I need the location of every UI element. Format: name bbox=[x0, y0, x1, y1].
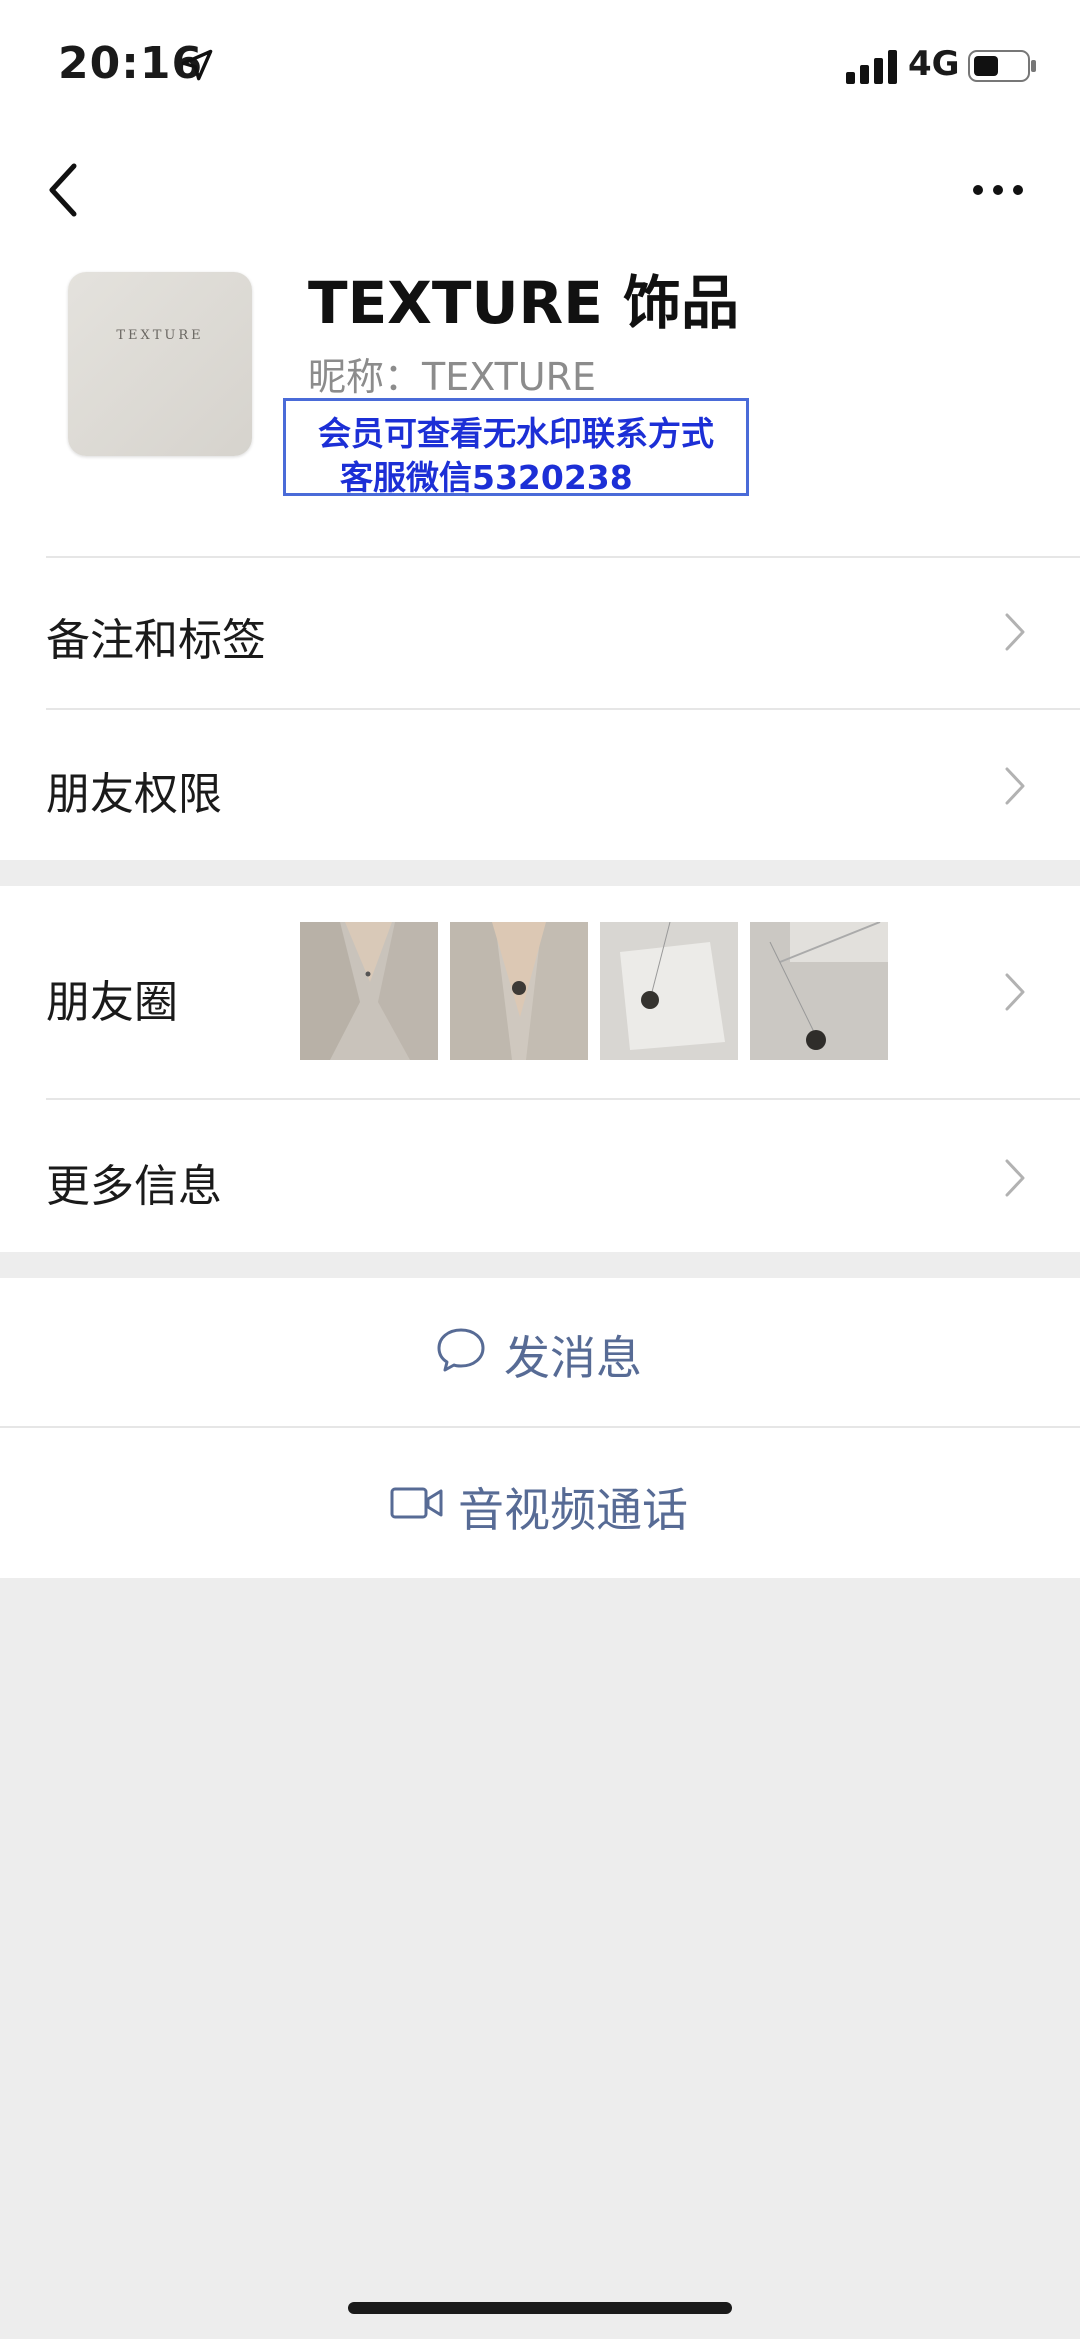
back-arrow-icon[interactable] bbox=[44, 160, 84, 220]
more-options-icon[interactable] bbox=[968, 170, 1028, 210]
chevron-right-icon bbox=[1005, 613, 1025, 651]
moments-photo-4 bbox=[750, 922, 888, 1060]
nickname: 昵称：TEXTURE bbox=[308, 355, 597, 399]
battery-icon bbox=[968, 50, 1036, 82]
moments-photo-3 bbox=[600, 922, 738, 1060]
moments-photo-2 bbox=[450, 922, 588, 1060]
watermark-line-2: 客服微信5320238 bbox=[340, 458, 633, 497]
contact-name: TEXTURE 饰品 bbox=[308, 269, 740, 337]
moments-label: 朋友圈 bbox=[46, 977, 178, 1028]
remarks-tags-label: 备注和标签 bbox=[46, 615, 266, 666]
home-indicator[interactable] bbox=[348, 2302, 732, 2314]
avatar[interactable]: TEXTURE bbox=[68, 272, 252, 456]
network-type: 4G bbox=[908, 44, 960, 84]
watermark-banner: 会员可查看无水印联系方式 客服微信5320238 bbox=[283, 398, 749, 497]
chevron-right-icon bbox=[1005, 973, 1025, 1011]
watermark-line-1: 会员可查看无水印联系方式 bbox=[318, 414, 714, 453]
friend-permissions-label: 朋友权限 bbox=[46, 769, 222, 820]
chevron-right-icon bbox=[1005, 1159, 1025, 1197]
signal-icon bbox=[846, 50, 897, 84]
location-arrow-icon bbox=[181, 49, 213, 81]
avatar-logo-text: TEXTURE bbox=[116, 328, 204, 343]
video-call-label: 音视频通话 bbox=[458, 1483, 688, 1537]
chevron-right-icon bbox=[1005, 767, 1025, 805]
moments-photo-1 bbox=[300, 922, 438, 1060]
video-camera-icon bbox=[390, 1487, 443, 1519]
chat-bubble-icon bbox=[437, 1328, 485, 1372]
more-info-label: 更多信息 bbox=[46, 1161, 222, 1212]
send-message-label: 发消息 bbox=[504, 1331, 642, 1385]
